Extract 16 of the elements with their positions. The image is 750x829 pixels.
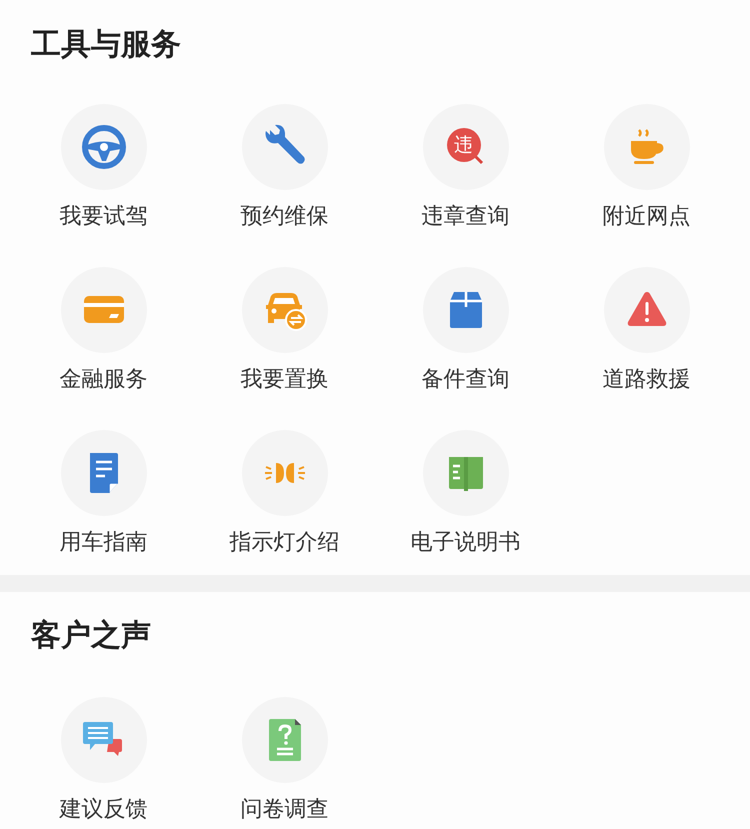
service-label[interactable]: 金融服务 xyxy=(60,364,148,394)
service-label[interactable]: 道路救援 xyxy=(602,364,690,394)
service-label[interactable]: 备件查询 xyxy=(422,364,510,394)
section-title: 客户之声 xyxy=(30,618,152,654)
service-label[interactable]: 电子说明书 xyxy=(410,527,520,557)
service-label[interactable]: 建议反馈 xyxy=(60,794,148,824)
service-label[interactable]: 用车指南 xyxy=(60,527,148,557)
service-label[interactable]: 指示灯介绍 xyxy=(230,527,340,557)
section-title: 工具与服务 xyxy=(30,27,182,63)
service-label[interactable]: 我要试驾 xyxy=(60,201,148,231)
service-label[interactable]: 预约维保 xyxy=(240,201,328,231)
service-label[interactable]: 附近网点 xyxy=(602,201,690,231)
steering-wheel-icon xyxy=(80,124,126,170)
service-label[interactable]: 我要置换 xyxy=(240,364,328,394)
service-label[interactable]: 违章查询 xyxy=(422,201,510,231)
service-label[interactable]: 问卷调查 xyxy=(240,794,328,824)
